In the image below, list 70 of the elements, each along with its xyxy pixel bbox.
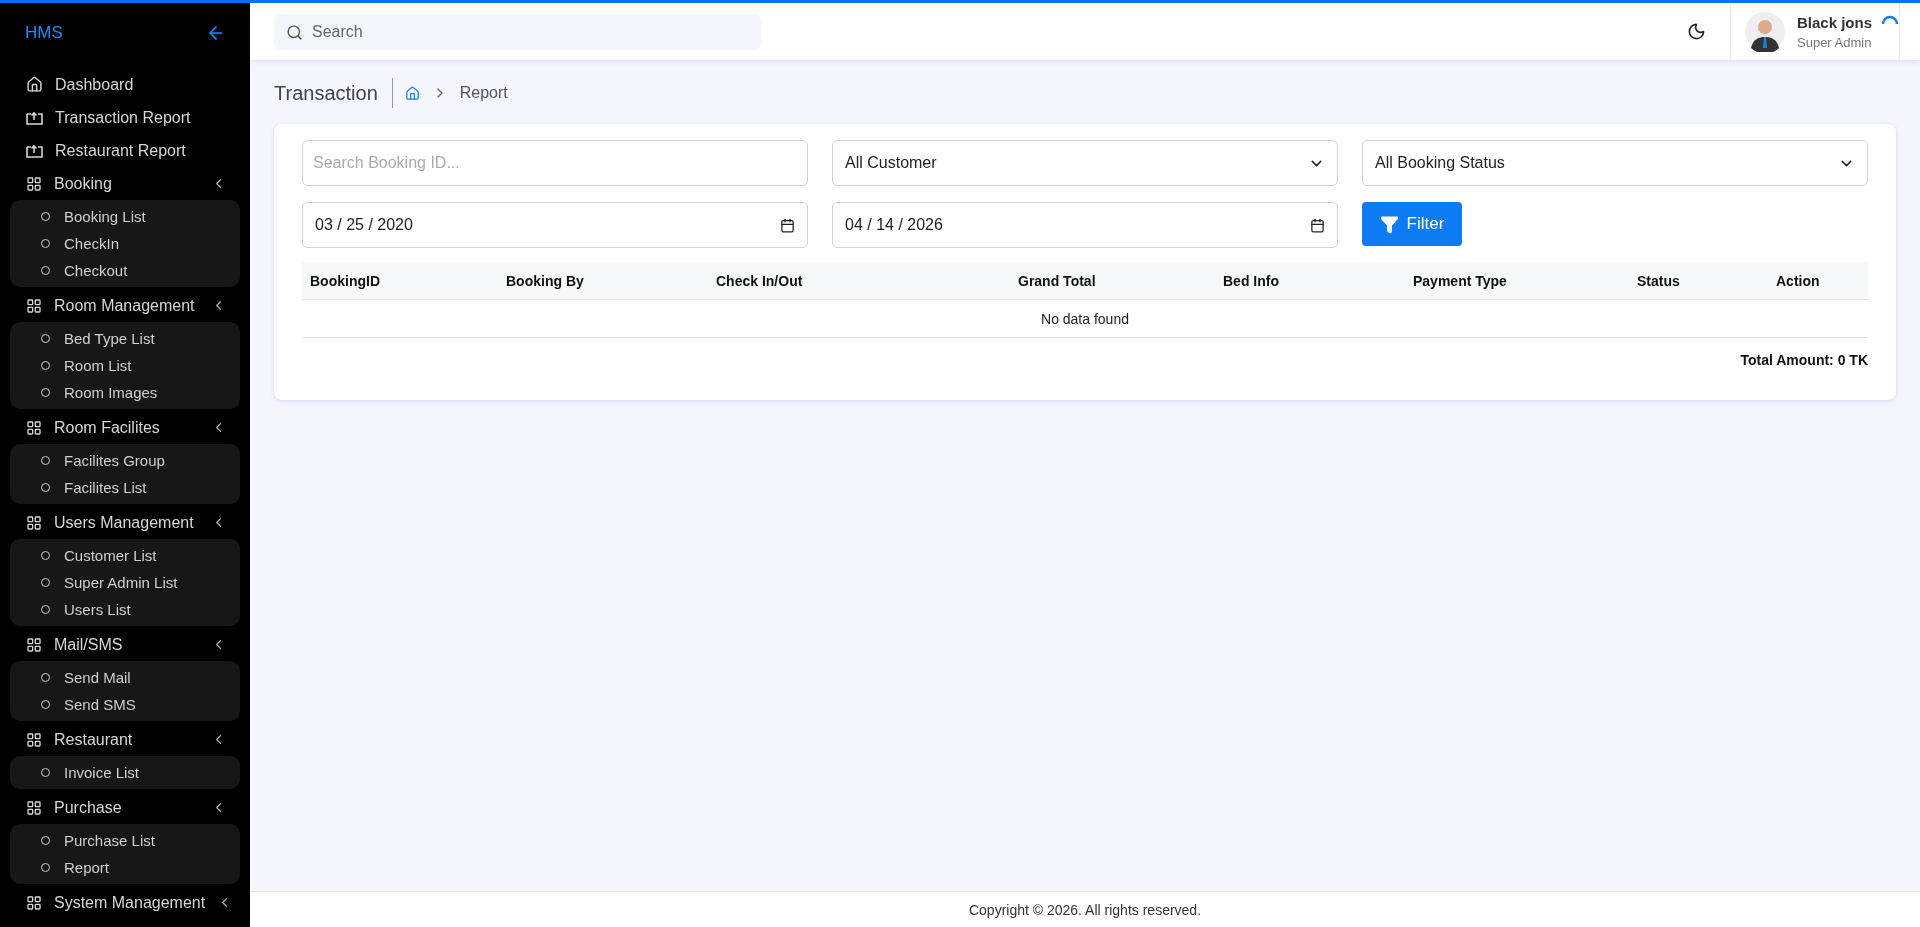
grid-icon: [26, 514, 42, 531]
submenu-item[interactable]: Room Images: [10, 379, 240, 406]
sidebar-item[interactable]: Restaurant: [10, 723, 240, 756]
brand-logo: HMS: [25, 22, 63, 43]
grid-icon: [26, 731, 42, 748]
tray-icon: [26, 143, 43, 158]
booking-id-field[interactable]: Search Booking ID...: [302, 140, 808, 186]
column-header: Check In/Out: [715, 272, 804, 289]
status-select[interactable]: All Booking Status: [1362, 140, 1868, 186]
sidebar-item[interactable]: Purchase: [10, 791, 240, 824]
submenu-item[interactable]: CheckIn: [10, 230, 240, 257]
submenu-item[interactable]: Invoice List: [10, 759, 240, 786]
grid-icon: [26, 297, 42, 314]
submenu-item[interactable]: Users List: [10, 596, 240, 623]
avatar-icon: [1745, 11, 1785, 52]
submenu-item[interactable]: Checkout: [10, 257, 240, 284]
moon-icon: [1687, 22, 1706, 41]
breadcrumb-item: Report: [459, 84, 508, 102]
grid-icon: [26, 419, 42, 436]
home-icon: [26, 76, 43, 93]
submenu-item[interactable]: Send SMS: [10, 691, 240, 718]
user-menu[interactable]: Black jons Super Admin: [1730, 3, 1900, 60]
total-amount: Total Amount: 0 TK: [1740, 352, 1868, 368]
column-header: Action: [1775, 272, 1821, 289]
calendar-icon: [780, 217, 795, 233]
sidebar-item[interactable]: Restaurant Report: [10, 134, 240, 167]
copyright-text: Copyright © 2026. All rights reserved.: [968, 901, 1202, 918]
sidebar-item[interactable]: System Management: [10, 886, 240, 919]
grid-icon: [26, 799, 42, 816]
start-date-field[interactable]: 03 / 25 / 2020: [302, 202, 808, 248]
column-header: Grand Total: [1017, 272, 1097, 289]
sidebar-item[interactable]: Users Management: [10, 506, 240, 539]
funnel-icon: [1379, 214, 1399, 234]
sidebar-item[interactable]: Room Management: [10, 289, 240, 322]
empty-message: No data found: [1041, 310, 1129, 327]
submenu-item[interactable]: Booking List: [10, 203, 240, 230]
submenu-item[interactable]: Facilites List: [10, 474, 240, 501]
grid-icon: [26, 636, 42, 653]
user-role: Super Admin: [1797, 34, 1873, 50]
user-name: Black jons: [1797, 13, 1873, 31]
end-date-field[interactable]: 04 / 14 / 2026: [832, 202, 1338, 248]
loading-spinner-icon: [1881, 15, 1899, 25]
submenu-item[interactable]: Customer List: [10, 542, 240, 569]
submenu-item[interactable]: Bed Type List: [10, 325, 240, 352]
customer-select[interactable]: All Customer: [832, 140, 1338, 186]
filter-button[interactable]: Filter: [1362, 202, 1462, 246]
column-header: BookingID: [309, 272, 381, 289]
column-header: Status: [1636, 272, 1681, 289]
sidebar-item[interactable]: Room Facilites: [10, 411, 240, 444]
tray-icon: [26, 110, 43, 125]
submenu-item[interactable]: Purchase List: [10, 827, 240, 854]
sidebar-item[interactable]: Dashboard: [10, 68, 240, 101]
home-icon[interactable]: [404, 85, 420, 101]
calendar-icon: [1310, 217, 1325, 233]
column-header: Booking By: [505, 272, 585, 289]
submenu-item[interactable]: Report: [10, 854, 240, 881]
submenu-item[interactable]: Room List: [10, 352, 240, 379]
grid-icon: [26, 894, 42, 911]
sidebar-item[interactable]: Transaction Report: [10, 101, 240, 134]
submenu-item[interactable]: Super Admin List: [10, 569, 240, 596]
sidebar-item[interactable]: Mail/SMS: [10, 628, 240, 661]
submenu-item[interactable]: Send Mail: [10, 664, 240, 691]
submenu-item[interactable]: Facilites Group: [10, 447, 240, 474]
search-icon: [286, 23, 303, 41]
column-header: Bed Info: [1222, 272, 1280, 289]
sidebar-item[interactable]: Booking: [10, 167, 240, 200]
grid-icon: [26, 175, 42, 192]
column-header: Payment Type: [1412, 272, 1508, 289]
page-title: Transaction: [274, 78, 393, 108]
search-field[interactable]: Search: [274, 13, 761, 50]
